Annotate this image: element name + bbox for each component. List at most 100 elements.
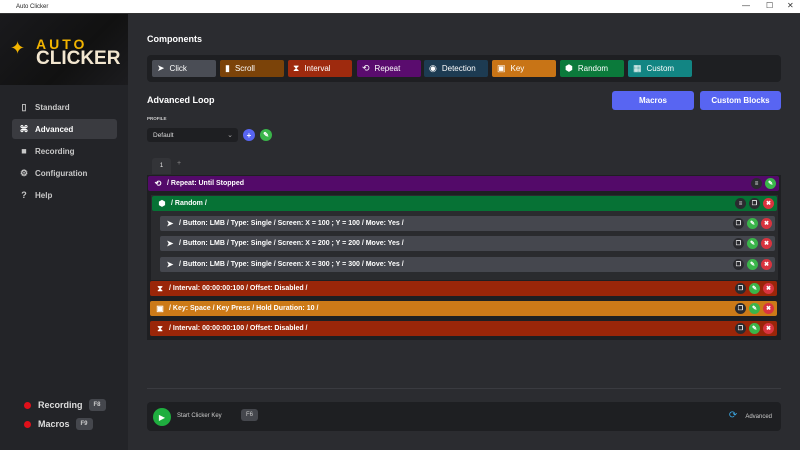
row-text: / Key: Space / Key Press / Hold Duration… (169, 305, 319, 312)
profile-select[interactable]: Default ⌄ (147, 128, 238, 142)
duplicate-icon[interactable]: ❐ (749, 198, 760, 209)
maximize-button[interactable]: ☐ (766, 1, 773, 10)
row-text: / Random / (171, 200, 207, 207)
dice-icon: ⬢ (158, 199, 166, 208)
component-label: Custom (646, 64, 675, 73)
delete-icon[interactable]: ✖ (761, 218, 772, 229)
duplicate-icon[interactable]: ❐ (733, 218, 744, 229)
scroll-icon: ▮ (225, 63, 230, 73)
sidebar-item-label: Standard (35, 102, 70, 112)
repeat-icon: ⟲ (362, 63, 370, 73)
delete-icon[interactable]: ✖ (763, 323, 774, 334)
minimize-button[interactable]: — (742, 1, 750, 10)
sidebar-item-label: Configuration (35, 168, 88, 178)
start-clicker-label: Start Clicker Key (177, 413, 222, 419)
edit-icon[interactable]: ✎ (749, 303, 760, 314)
component-label: Detection (441, 64, 476, 73)
component-random-button[interactable]: ⬢ Random (560, 60, 624, 77)
duplicate-icon[interactable]: ❐ (733, 259, 744, 270)
component-click-button[interactable]: ➤ Click (152, 60, 216, 77)
component-custom-button[interactable]: ▦ Custom (628, 60, 692, 77)
interval-row[interactable]: ⧗ / Interval: 00:00:00:100 / Offset: Disa… (150, 321, 777, 336)
component-label: Repeat (374, 64, 401, 73)
tab-1[interactable]: 1 (152, 158, 171, 174)
component-label: Random (577, 64, 609, 73)
logo: ✦ AUTO CLICKER (0, 14, 128, 85)
row-text: / Button: LMB / Type: Single / Screen: X… (179, 261, 404, 268)
hotkey-badge: F9 (75, 418, 93, 430)
sidebar-item-advanced[interactable]: ⌘ Advanced (12, 119, 117, 139)
component-label: Key (510, 64, 525, 73)
component-detection-button[interactable]: ◉ Detection (424, 60, 488, 77)
click-row[interactable]: ➤ / Button: LMB / Type: Single / Screen: … (160, 216, 775, 231)
duplicate-icon[interactable]: ❐ (735, 303, 746, 314)
gear-icon: ⚙ (19, 167, 29, 178)
add-profile-button[interactable]: + (243, 129, 255, 141)
macros-status: Macros F9 (24, 418, 93, 430)
cursor-icon: ➤ (166, 239, 174, 248)
random-icon: ⬢ (565, 63, 573, 73)
camera-icon: ■ (21, 146, 27, 156)
sidebar-item-recording[interactable]: ■ Recording (12, 141, 117, 161)
sidebar-item-configuration[interactable]: ⚙ Configuration (12, 163, 117, 183)
mouse-icon: ▯ (21, 101, 27, 112)
recording-status: Recording F8 (24, 399, 106, 411)
edit-icon[interactable]: ✎ (765, 178, 776, 189)
edit-icon[interactable]: ✎ (747, 218, 758, 229)
component-interval-button[interactable]: ⧗ Interval (288, 60, 352, 77)
menu-icon[interactable]: ≡ (751, 178, 762, 189)
play-button[interactable]: ▶ (153, 408, 171, 426)
key-row[interactable]: ▣ / Key: Space / Key Press / Hold Duratio… (150, 301, 777, 316)
component-repeat-button[interactable]: ⟲ Repeat (357, 60, 421, 77)
sidebar-item-standard[interactable]: ▯ Standard (12, 97, 117, 117)
click-row[interactable]: ➤ / Button: LMB / Type: Single / Screen: … (160, 236, 775, 251)
cursor-star-icon: ✦ (10, 38, 26, 58)
edit-icon[interactable]: ✎ (749, 323, 760, 334)
click-row[interactable]: ➤ / Button: LMB / Type: Single / Screen: … (160, 257, 775, 272)
component-label: Interval (304, 64, 331, 73)
edit-icon[interactable]: ✎ (749, 283, 760, 294)
delete-icon[interactable]: ✖ (763, 283, 774, 294)
hourglass-icon: ⧗ (157, 323, 163, 333)
duplicate-icon[interactable]: ❐ (735, 283, 746, 294)
menu-icon[interactable]: ≡ (735, 198, 746, 209)
delete-icon[interactable]: ✖ (763, 303, 774, 314)
custom-icon: ▦ (633, 63, 642, 73)
keyboard-icon: ▣ (156, 304, 164, 313)
close-button[interactable]: ✕ (787, 1, 794, 10)
mode-toggle[interactable]: ⟳ Advanced (729, 410, 772, 421)
profile-label: PROFILE (147, 116, 167, 121)
advanced-loop-title: Advanced Loop (147, 95, 215, 105)
repeat-row[interactable]: ⟲ / Repeat: Until Stopped ≡ ✎ (148, 176, 779, 191)
row-text: / Interval: 00:00:00:100 / Offset: Disab… (169, 285, 308, 292)
title-bar: Auto Clicker — ☐ ✕ (0, 0, 800, 14)
logo-text-clicker: CLICKER (36, 48, 121, 69)
question-icon: ? (21, 190, 27, 200)
component-key-button[interactable]: ▣ Key (492, 60, 556, 77)
edit-profile-button[interactable]: ✎ (260, 129, 272, 141)
status-dot-icon (24, 401, 31, 409)
duplicate-icon[interactable]: ❐ (733, 238, 744, 249)
sidebar-item-help[interactable]: ? Help (12, 185, 117, 205)
random-row[interactable]: ⬢ / Random / ≡ ❐ ✖ (152, 196, 777, 211)
custom-blocks-button[interactable]: Custom Blocks (700, 91, 781, 110)
delete-icon[interactable]: ✖ (761, 238, 772, 249)
delete-icon[interactable]: ✖ (761, 259, 772, 270)
edit-icon[interactable]: ✎ (747, 238, 758, 249)
status-label: Macros (38, 419, 70, 429)
cursor-icon: ➤ (166, 219, 174, 228)
components-title: Components (147, 34, 202, 44)
components-bar: ➤ Click ▮ Scroll ⧗ Interval ⟲ Repeat ◉ Detection ▣… (147, 55, 781, 82)
duplicate-icon[interactable]: ❐ (735, 323, 746, 334)
status-dot-icon (24, 420, 31, 428)
detection-icon: ◉ (429, 63, 437, 73)
delete-icon[interactable]: ✖ (763, 198, 774, 209)
interval-row[interactable]: ⧗ / Interval: 00:00:00:100 / Offset: Disa… (150, 281, 777, 296)
edit-icon[interactable]: ✎ (747, 259, 758, 270)
component-scroll-button[interactable]: ▮ Scroll (220, 60, 284, 77)
add-tab-button[interactable]: + (177, 160, 181, 167)
window-title: Auto Clicker (16, 3, 49, 10)
hourglass-icon: ⧗ (157, 283, 163, 293)
repeat-icon: ⟲ (154, 179, 162, 188)
macros-button[interactable]: Macros (612, 91, 694, 110)
